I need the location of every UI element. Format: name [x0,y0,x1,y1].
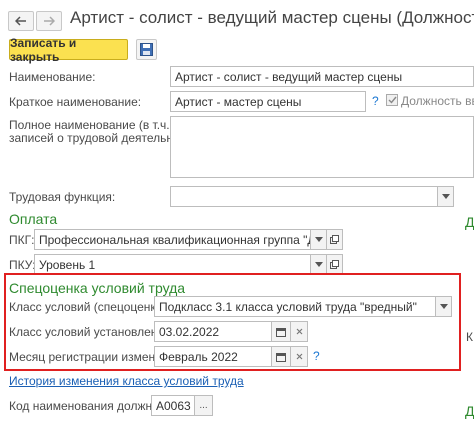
arrow-right-icon [44,16,55,26]
class-set-calendar-button[interactable] [271,321,291,342]
right-section-fragment-1: Д [465,214,474,230]
history-link[interactable]: История изменения класса условий труда [9,374,244,388]
short-name-input[interactable]: Артист - мастер сцены [170,91,366,112]
page-title: Артист - солист - ведущий мастер сцены (… [70,8,474,27]
labor-function-label: Трудовая функция: [9,190,116,204]
pku-dropdown[interactable] [310,254,327,275]
pku-label: ПКУ: [9,258,36,272]
floppy-disk-icon [140,43,153,56]
calendar-icon [276,352,286,362]
labor-function-dropdown[interactable] [437,186,454,207]
full-name-textarea[interactable] [170,116,474,178]
class-set-date-input[interactable]: 03.02.2022 [154,321,272,342]
pkg-dropdown[interactable] [310,229,327,250]
pku-input[interactable]: Уровень 1 [34,254,311,275]
short-name-label: Краткое наименование: [9,95,142,109]
chevron-down-icon [314,237,323,242]
class-dropdown[interactable] [435,296,452,317]
close-icon [296,353,302,360]
help-icon[interactable]: ? [372,94,379,108]
pkg-label: ПКГ: [9,233,35,247]
name-input[interactable]: Артист - солист - ведущий мастер сцены [170,66,474,87]
month-input[interactable]: Февраль 2022 [154,346,272,367]
month-help-icon[interactable]: ? [313,349,320,363]
calendar-icon [276,327,286,337]
pkg-input[interactable]: Профессиональная квалификационная группа… [34,229,311,250]
forward-button[interactable] [36,11,62,31]
class-set-clear-button[interactable] [290,321,308,342]
open-link-icon [330,260,339,269]
position-checkbox[interactable] [386,94,398,106]
save-and-close-button[interactable]: Записать и закрыть [9,36,128,64]
pay-section-title: Оплата [9,211,58,227]
arrow-left-icon [15,16,26,26]
right-label-fragment: К [466,330,473,344]
name-label: Наименование: [9,70,96,84]
open-link-icon [330,235,339,244]
chevron-down-icon [441,194,450,199]
class-select[interactable]: Подкласс 3.1 класса условий труда "вредн… [154,296,436,317]
code-select-button[interactable]: ... [194,395,213,416]
close-icon [296,328,302,335]
chevron-down-icon [439,304,448,309]
pku-open-button[interactable] [326,254,343,275]
right-section-fragment-2: Д [465,403,474,419]
code-input[interactable]: A0063 [151,395,195,416]
checkmark-icon [388,96,397,104]
month-clear-button[interactable] [290,346,308,367]
position-checkbox-label: Должность введ [401,94,474,108]
chevron-down-icon [314,262,323,267]
save-button[interactable] [136,39,157,60]
pkg-open-button[interactable] [326,229,343,250]
conditions-section-title: Спецоценка условий труда [9,280,186,296]
class-set-label: Класс условий установлен с: [9,325,171,339]
labor-function-input[interactable] [170,186,438,207]
class-label: Класс условий (спецоценка): [9,300,170,314]
back-button[interactable] [8,11,34,31]
month-calendar-button[interactable] [271,346,291,367]
full-name-label: Полное наименование (в т.ч. для [9,118,194,132]
